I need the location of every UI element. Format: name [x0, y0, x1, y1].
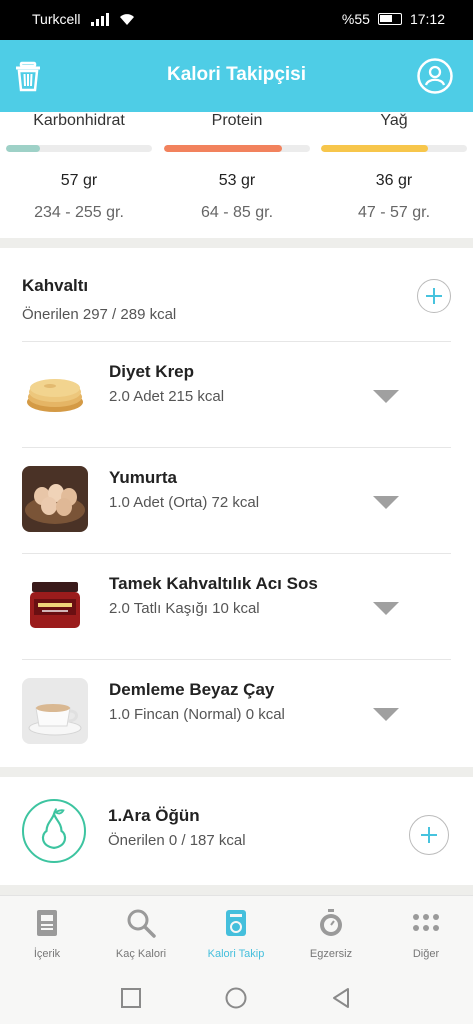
progress-fill	[321, 145, 428, 152]
macro-carbs: Karbonhidrat 57 gr 234 - 255 gr.	[6, 112, 152, 222]
macro-amount: 53 gr	[218, 172, 256, 189]
tea-cup-image	[22, 678, 88, 744]
battery-percent: %55	[341, 11, 370, 27]
macro-amount: 36 gr	[375, 172, 413, 189]
meal-title: 1.Ara Öğün	[108, 806, 200, 825]
food-amount: 2.0 Tatlı Kaşığı 10 kcal	[109, 600, 260, 617]
macro-range: 64 - 85 gr.	[200, 204, 274, 221]
nav-label: Kaç Kalori	[115, 948, 167, 960]
system-nav-bar	[0, 970, 473, 1024]
more-icon	[413, 914, 439, 931]
progress-bar	[321, 145, 467, 152]
signal-icon	[90, 12, 109, 26]
chevron-down-icon[interactable]	[373, 708, 399, 721]
progress-bar	[164, 145, 310, 152]
content-icon	[37, 910, 57, 936]
meal-title: Kahvaltı	[22, 276, 89, 295]
progress-fill	[164, 145, 283, 152]
clock: 17:12	[409, 11, 445, 27]
search-icon	[127, 909, 156, 938]
macro-protein: Protein 53 gr 64 - 85 gr.	[164, 112, 310, 222]
add-breakfast-button[interactable]	[417, 279, 451, 313]
macro-name: Karbonhidrat	[33, 112, 125, 129]
food-amount: 1.0 Fincan (Normal) 0 kcal	[109, 706, 285, 723]
list-item[interactable]: Diyet Krep 2.0 Adet 215 kcal	[0, 342, 473, 448]
food-name: Tamek Kahvaltılık Acı Sos	[109, 574, 318, 593]
sauce-jar-image	[22, 572, 88, 638]
nav-content[interactable]: İçerik	[0, 896, 94, 971]
progress-bar	[6, 145, 152, 152]
page-title: Kalori Takipçisi	[166, 64, 307, 85]
nav-label: Kalori Takip	[207, 948, 265, 960]
scale-icon	[226, 910, 246, 936]
chevron-down-icon[interactable]	[373, 390, 399, 403]
food-amount: 2.0 Adet 215 kcal	[109, 388, 225, 405]
nav-label: Diğer	[412, 948, 440, 960]
home-icon[interactable]	[225, 987, 247, 1009]
nav-calorie-tracker[interactable]: Kalori Takip	[189, 896, 283, 971]
macro-range: 47 - 57 gr.	[357, 204, 431, 221]
section-divider	[0, 238, 473, 248]
meal-recommended: Önerilen 297 / 289 kcal	[22, 306, 177, 323]
list-item[interactable]: Yumurta 1.0 Adet (Orta) 72 kcal	[0, 448, 473, 554]
wifi-icon	[119, 13, 134, 25]
list-item[interactable]: Demleme Beyaz Çay 1.0 Fincan (Normal) 0 …	[0, 660, 473, 766]
chevron-down-icon[interactable]	[373, 602, 399, 615]
chevron-down-icon[interactable]	[373, 496, 399, 509]
macro-name: Yağ	[380, 112, 408, 129]
macro-summary: Karbonhidrat 57 gr 234 - 255 gr. Protein…	[0, 112, 473, 238]
macro-range: 234 - 255 gr.	[34, 204, 124, 221]
bottom-nav: İçerik Kaç Kalori Kalori Takip Egzersiz …	[0, 895, 473, 970]
back-icon[interactable]	[330, 987, 352, 1009]
nav-more[interactable]: Diğer	[379, 896, 473, 971]
nav-label: İçerik	[33, 948, 61, 960]
food-name: Yumurta	[109, 468, 178, 487]
status-bar: Turkcell %55 17:12	[0, 0, 473, 40]
profile-icon[interactable]	[417, 58, 453, 94]
food-name: Diyet Krep	[109, 362, 195, 381]
add-snack-button[interactable]	[409, 815, 449, 855]
nav-exercise[interactable]: Egzersiz	[284, 896, 378, 971]
battery-icon	[377, 13, 402, 25]
macro-amount: 57 gr	[60, 172, 98, 189]
list-item[interactable]: Tamek Kahvaltılık Acı Sos 2.0 Tatlı Kaşı…	[0, 554, 473, 660]
section-divider	[0, 885, 473, 895]
progress-fill	[6, 145, 40, 152]
app-header: Kalori Takipçisi	[0, 40, 473, 112]
stopwatch-icon	[320, 909, 342, 936]
macro-name: Protein	[211, 112, 263, 129]
nav-label: Egzersiz	[309, 948, 353, 960]
eggs-image	[22, 466, 88, 532]
macro-fat: Yağ 36 gr 47 - 57 gr.	[321, 112, 467, 222]
food-amount: 1.0 Adet (Orta) 72 kcal	[109, 494, 260, 511]
pear-icon	[22, 799, 86, 863]
section-divider	[0, 767, 473, 777]
food-name: Demleme Beyaz Çay	[109, 680, 275, 699]
meal-header-breakfast: Kahvaltı Önerilen 297 / 289 kcal	[22, 276, 176, 323]
recent-apps-icon[interactable]	[120, 987, 142, 1009]
meal-recommended: Önerilen 0 / 187 kcal	[108, 832, 246, 849]
carrier-label: Turkcell	[32, 11, 81, 27]
nav-calorie-search[interactable]: Kaç Kalori	[94, 896, 188, 971]
crepe-image	[22, 360, 88, 426]
